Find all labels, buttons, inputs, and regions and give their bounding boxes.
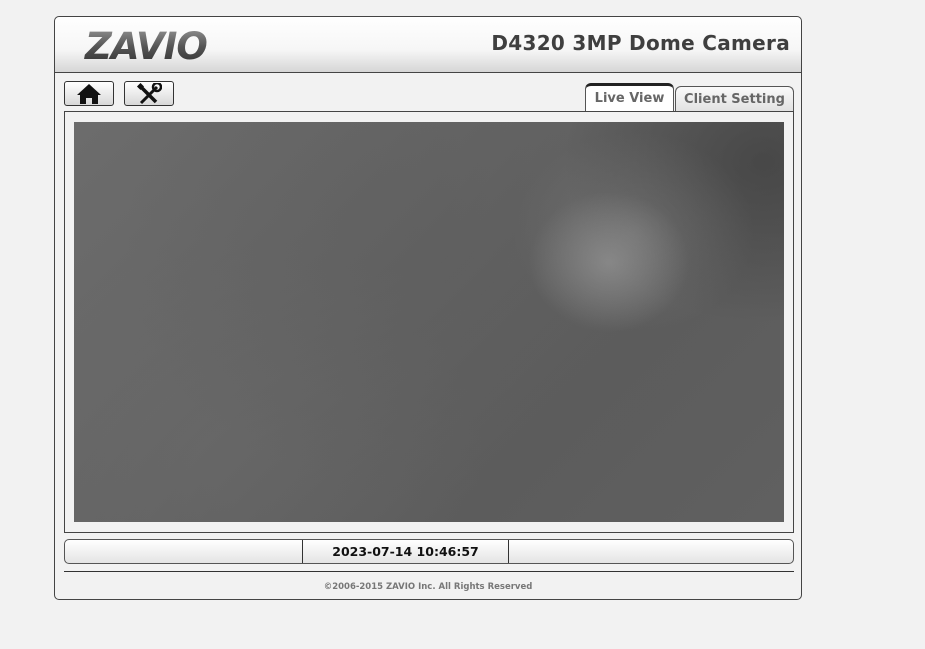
- status-left: [65, 540, 303, 563]
- live-video-feed[interactable]: [74, 122, 784, 522]
- logo-text: ZAVIO: [84, 25, 207, 67]
- video-panel: [64, 111, 794, 533]
- home-icon: [77, 83, 101, 104]
- tab-live-view-label: Live View: [594, 91, 665, 106]
- tab-client-setting[interactable]: Client Setting: [675, 86, 794, 111]
- copyright-text: ©2006-2015 ZAVIO Inc. All Rights Reserve…: [323, 582, 533, 592]
- zavio-logo: ZAVIO: [84, 25, 208, 67]
- header-bar: ZAVIO D4320 3MP Dome Camera: [55, 17, 801, 73]
- settings-button[interactable]: [124, 81, 174, 106]
- tab-live-view[interactable]: Live View: [585, 83, 674, 111]
- home-button[interactable]: [64, 81, 114, 106]
- page-title: D4320 3MP Dome Camera: [491, 31, 790, 55]
- footer-divider: [64, 571, 794, 572]
- tools-icon: [136, 82, 162, 104]
- tab-client-setting-label: Client Setting: [684, 91, 785, 107]
- camera-web-frame: ZAVIO D4320 3MP Dome Camera Live View Cl…: [54, 16, 802, 600]
- status-right: [509, 540, 793, 563]
- status-datetime: 2023-07-14 10:46:57: [303, 540, 509, 563]
- status-bar: 2023-07-14 10:46:57: [64, 539, 794, 564]
